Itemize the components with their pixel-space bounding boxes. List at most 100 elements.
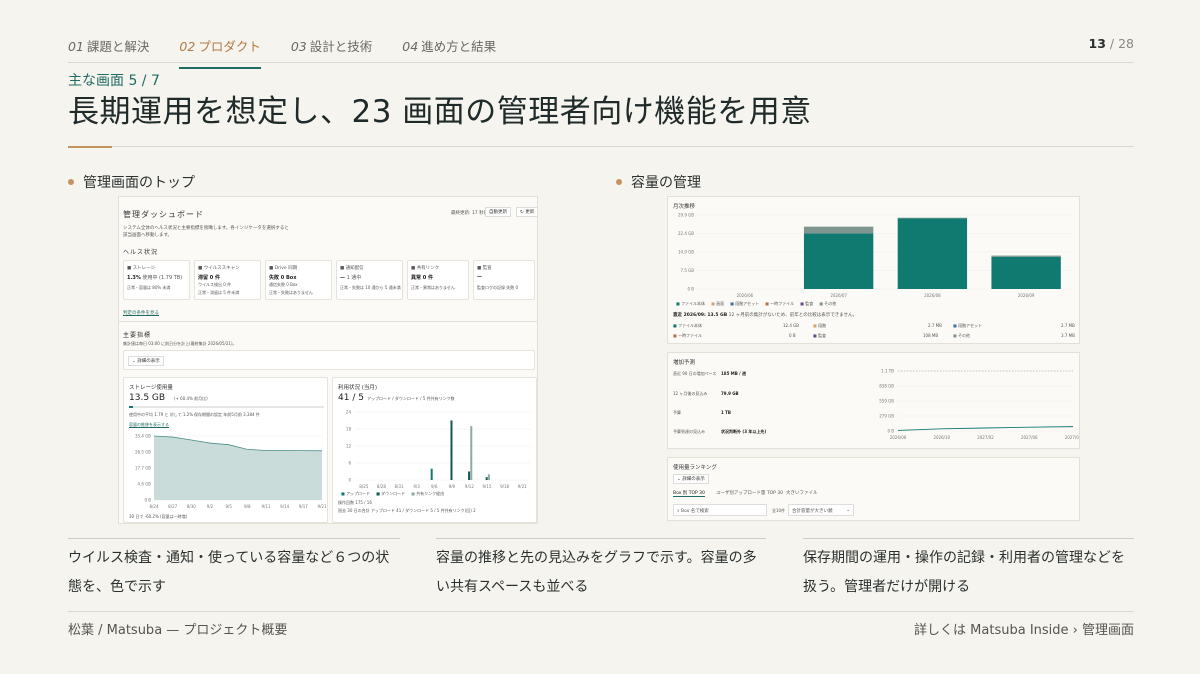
dashboard-title: 管理ダッシュボード (123, 210, 204, 219)
footer-divider (68, 611, 1134, 612)
monthly-legend: ■ ファイル本体 ■ 画面 ■ 段階アセット ■ 一時ファイル ■ 監査 ■ そ… (676, 301, 837, 306)
health-card-drive[interactable]: ■ Drive 同期 失敗 0 Box 通信失敗 0 Box 正常・失敗はありま… (265, 260, 332, 300)
x-tick-label: 8/24 (150, 504, 159, 509)
health-card-notify[interactable]: ■ 通知配信 — 1 通中 正常・失敗は 10 通から 5 通未満 (336, 260, 403, 300)
tab-user-upload[interactable]: ユーザ別アップロード量 TOP 30 (716, 490, 783, 496)
filter-toggle[interactable]: ⌄ 詳細の表示 (128, 356, 164, 366)
x-tick-label: 2026/06 (890, 435, 907, 440)
health-card-audit[interactable]: ■ 監査 — 監査ログの記録 失敗 0 (473, 260, 535, 300)
activity-legend: ■ アップロード ■ ダウンロード ■ 共有リンク経由 (341, 491, 445, 496)
x-tick-label: 2026/10 (933, 435, 950, 440)
health-card-storage[interactable]: ■ ストレージ 1.3% 使用中 (1.79 TB) 正常・容量は 80% 未満 (123, 260, 190, 300)
divider (119, 321, 537, 322)
caption-1: ウイルス検査・通知・使っている容量など６つの状態を、色で示す (68, 538, 400, 602)
filter-bar: ⌄ 詳細の表示 (123, 350, 535, 370)
ranking-filter-toggle[interactable]: ⌄ 詳細の表示 (673, 474, 709, 484)
x-tick-label: 9/6 (431, 484, 438, 489)
footer-right[interactable]: 詳しくは Matsuba Inside › 管理画面 (914, 619, 1134, 638)
nav-tab-2[interactable]: 02 プロダクト (179, 36, 262, 69)
y-tick-label: 279 GB (879, 414, 894, 419)
title-divider (112, 146, 1134, 147)
x-tick-label: 9/3 (413, 484, 420, 489)
bar-ファイル本体 (991, 256, 1061, 289)
forecast-line-chart: 0 B 279 GB 559 GB 838 GB 1.1 TB 2026/06 2026/1… (879, 369, 1080, 441)
caption-3: 保存期間の運用・操作の記録・利用者の管理などを扱う。管理者だけが開ける (803, 538, 1134, 602)
section-heading-left: 管理画面のトップ (68, 172, 195, 192)
x-tick-label: 2027/09 (1065, 435, 1080, 440)
auto-refresh-button[interactable]: 自動更新 (485, 207, 511, 217)
x-tick-label: 2026/06 (737, 293, 754, 298)
y-tick-label: 12 (346, 444, 352, 449)
y-tick-label: 24 (346, 410, 352, 415)
x-tick-label: 2026/08 (924, 293, 941, 298)
metrics-heading: 主要指標 (123, 332, 152, 339)
health-conditions-link[interactable]: 判定の条件を見る (123, 310, 159, 316)
storage-trend-link[interactable]: 容量の推移を表示する (129, 422, 169, 428)
tab-large-files[interactable]: 大きいファイル (786, 490, 818, 496)
y-tick-label: 7.5 GB (681, 268, 695, 273)
nav-tab-3[interactable]: 03 設計と技術 (291, 36, 372, 69)
y-tick-label: 0 B (887, 429, 894, 434)
dashboard-desc-1: システム全体のヘルス状況と主要指標を俯瞰します。各インジケータを選択すると (123, 226, 289, 231)
dashboard-screenshot: 管理ダッシュボード 最終更新: 17 秒前 自動更新 ↻ 更新 システム全体のヘ… (118, 196, 538, 524)
x-tick-label: 9/8 (244, 504, 251, 509)
x-tick-label: 9/18 (500, 484, 509, 489)
forecast-line (897, 426, 1074, 431)
x-tick-label: 9/17 (299, 504, 308, 509)
y-tick-label: 22.4 GB (678, 231, 694, 236)
y-tick-label: 838 GB (879, 384, 894, 389)
bar-ダウンロード (485, 477, 488, 480)
y-tick-label: 17.7 GB (135, 466, 151, 471)
activity-bar-chart: 0 6 12 18 24 8/25 8/28 8/31 9/3 9/6 9/9 9/12 9/15 9/1… (346, 410, 531, 489)
updated-label: 最終更新: 17 秒前 (451, 211, 489, 216)
y-tick-label: 26.5 GB (135, 450, 151, 455)
bar-共有リンク経由 (487, 474, 490, 480)
storage-line-chart: 0 B 4.6 GB 17.7 GB 26.5 GB 35.4 GB 8/24 8/27 8/… (135, 434, 327, 510)
bar-ファイル本体 (803, 233, 874, 289)
section-heading-right: 容量の管理 (616, 172, 701, 192)
x-tick-label: 8/25 (359, 484, 368, 489)
x-tick-label: 9/2 (207, 504, 214, 509)
footer-left: 松葉 / Matsuba — プロジェクト概要 (68, 623, 288, 638)
storage-progress (129, 406, 324, 408)
metrics-desc: 集計値は毎日 03:00 に前日分を計上(最終集計 2026/05/21)。 (123, 341, 237, 346)
health-card-virus[interactable]: ■ ウイルススキャン 滞留 0 件 ウイルス検出 0 件 正常・滞留は 5 件未… (194, 260, 261, 300)
ranking-search-input[interactable]: ⌕ Box 名で検索 (673, 504, 767, 516)
caption-2: 容量の推移と先の見込みをグラフで示す。容量の多い共有スペースも並べる (436, 538, 766, 602)
health-card-links[interactable]: ■ 共有リンク 異常 0 件 正常・異常はありません (407, 260, 469, 300)
x-tick-label: 9/21 (518, 484, 527, 489)
bar-アップロード (430, 468, 433, 480)
ranking-sort-select[interactable]: 合計容量が大きい順 ⌄ (788, 504, 854, 516)
tab-box-top[interactable]: Box 別 TOP 30 (673, 490, 705, 497)
bullet-dot (68, 179, 74, 185)
bar-共有リンク経由 (470, 426, 473, 480)
slide-title: 長期運用を想定し、23 画面の管理者向け機能を用意 (68, 94, 812, 130)
x-tick-label: 9/14 (280, 504, 289, 509)
title-accent-line (68, 146, 112, 148)
bar-その他 (991, 255, 1061, 257)
bullet-dot (616, 179, 622, 185)
y-tick-label: 35.4 GB (135, 434, 151, 439)
nav-tab-1[interactable]: 01 課題と解決 (68, 36, 149, 69)
y-tick-label: 0 B (687, 287, 694, 292)
bar-ダウンロード (450, 420, 453, 480)
activity-value: 41 / 5 (338, 393, 364, 403)
x-tick-label: 8/31 (395, 484, 404, 489)
monthly-bar-chart: 0 B 7.5 GB 14.9 GB 22.4 GB 29.9 GB 2026/06 202… (678, 213, 1073, 298)
chevron-down-icon: ⌄ (846, 508, 850, 513)
monthly-trend-panel: 月次推移 0 B 7.5 GB 14.9 GB 22.4 GB 29.9 GB 2026/… (667, 196, 1080, 344)
x-tick-label: 8/30 (187, 504, 196, 509)
health-card-label: ■ ストレージ (127, 266, 156, 271)
nav-tab-4[interactable]: 04 進め方と結果 (402, 36, 496, 69)
health-heading: ヘルス状況 (123, 249, 159, 256)
x-tick-label: 9/15 (483, 484, 492, 489)
x-tick-label: 9/5 (225, 504, 232, 509)
y-tick-label: 4.6 GB (138, 482, 152, 487)
y-tick-label: 18 (346, 427, 352, 432)
page-counter: 13 / 28 (1088, 36, 1134, 51)
storage-card: ストレージ使用量 13.5 GB (+ 60.4% 前月比) 使用中の平均 1.… (123, 377, 328, 523)
y-tick-label: 14.9 GB (678, 250, 694, 255)
x-tick-label: 9/11 (262, 504, 271, 509)
refresh-button[interactable]: ↻ 更新 (516, 207, 537, 217)
y-tick-label: 0 B (144, 498, 151, 503)
